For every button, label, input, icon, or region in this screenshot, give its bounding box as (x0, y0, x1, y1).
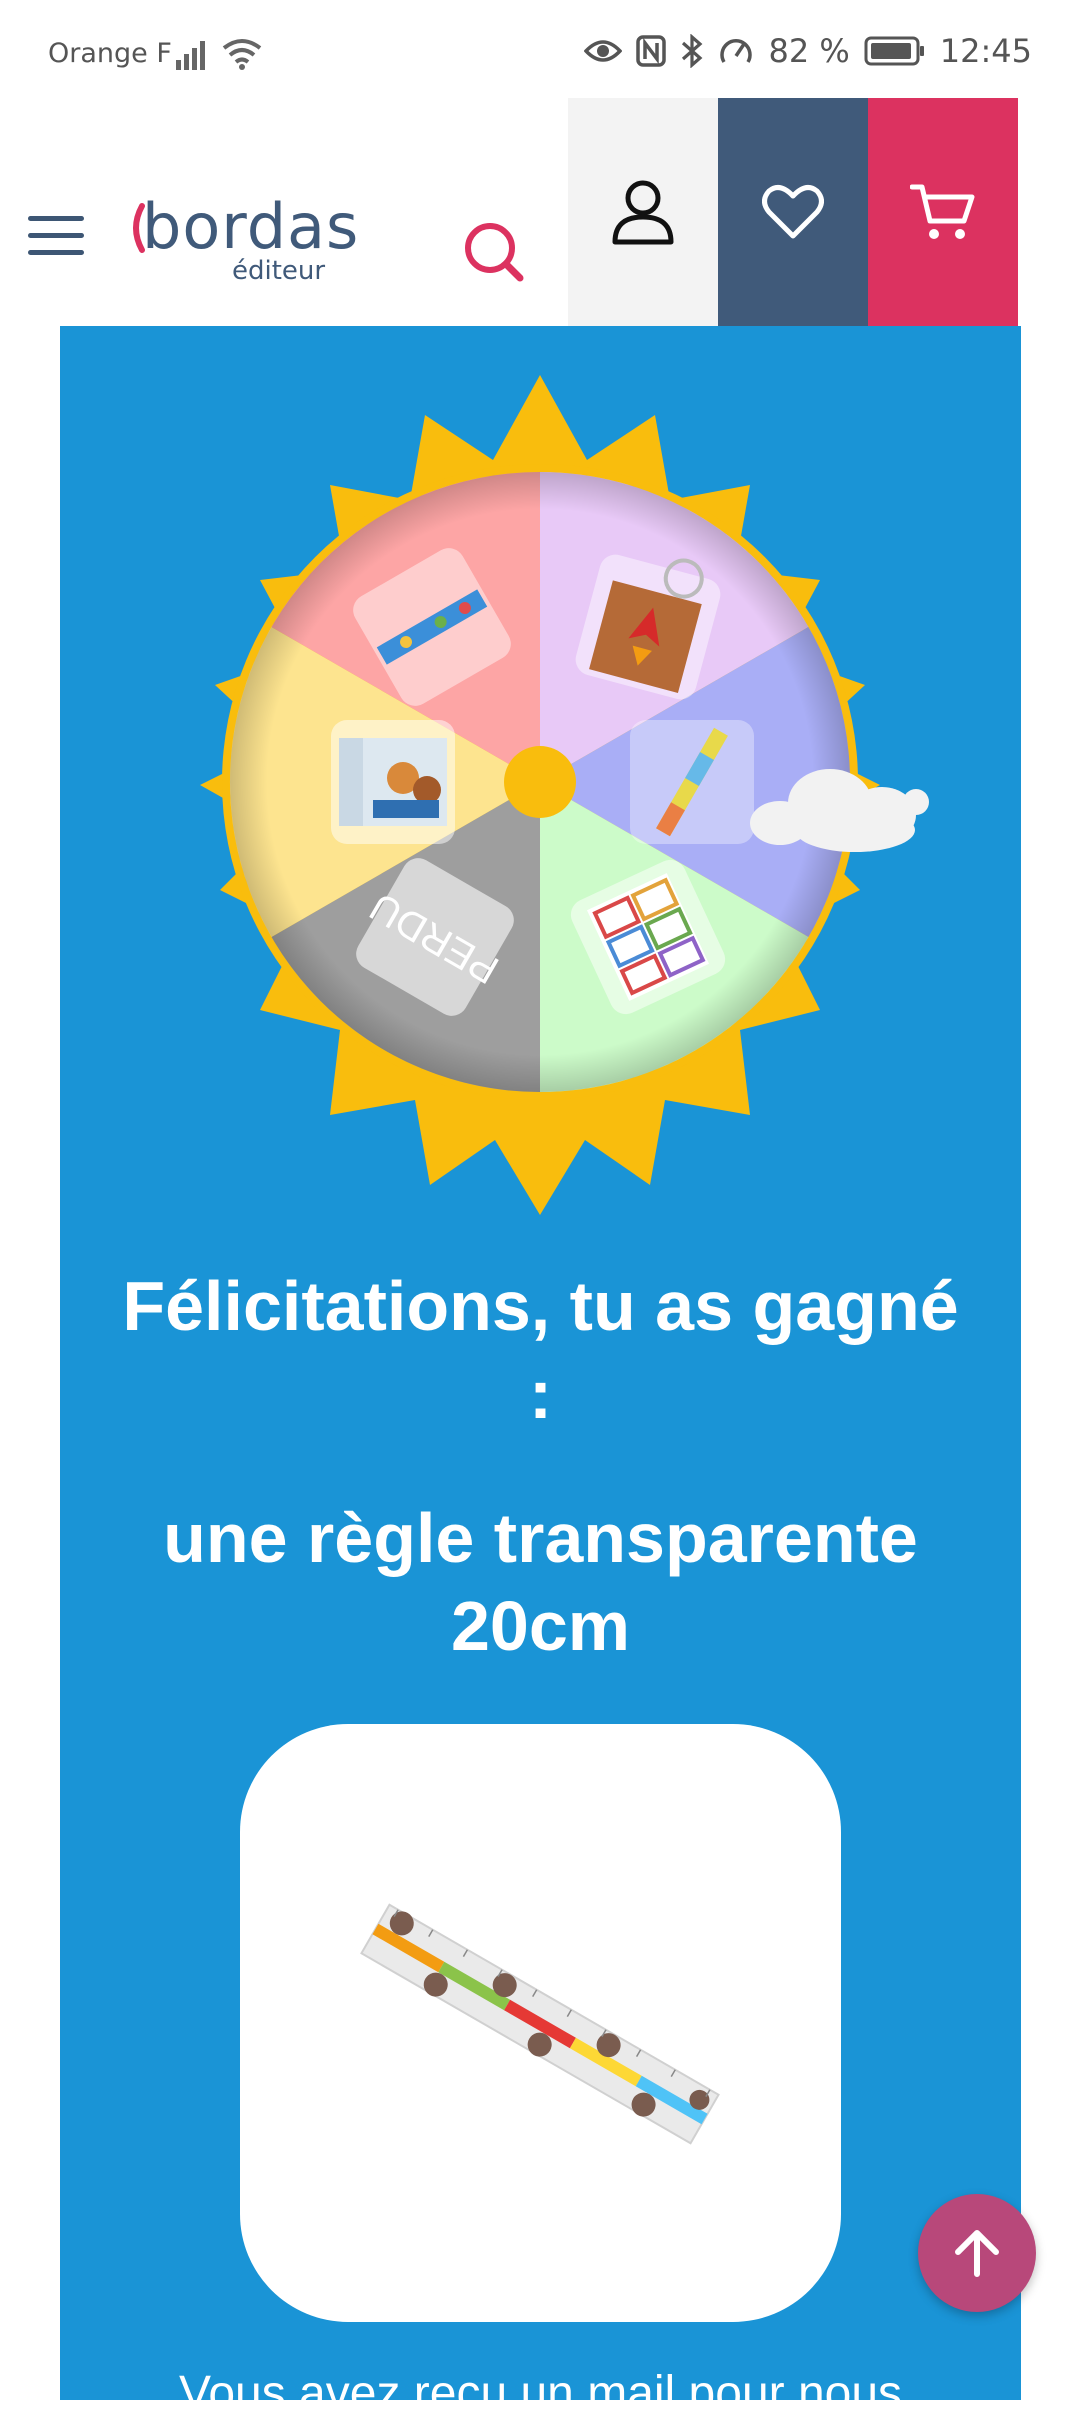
ruler-prize-image (360, 1903, 720, 2145)
email-notice-text: Vous avez reçu un mail pour nous (178, 2367, 903, 2420)
congrats-line: Félicitations, tu as gagné (122, 1267, 959, 1345)
prize-wheel[interactable]: PERDU (60, 360, 1021, 1225)
battery-icon (864, 36, 924, 66)
signal-icon (176, 41, 205, 70)
colored-ruler-prize-tile (630, 720, 754, 844)
congrats-heading: Félicitations, tu as gagné : (60, 1262, 1021, 1438)
prize-name-line1: une règle transparente (163, 1499, 918, 1577)
prize-image-card (240, 1724, 841, 2322)
nfc-icon (636, 35, 667, 67)
prize-name-line2: 20cm (450, 1587, 631, 1665)
carrier-name: Orange F (48, 38, 172, 69)
bluetooth-icon (682, 34, 703, 68)
arrow-up-icon (955, 2230, 999, 2277)
scroll-to-top-button[interactable] (918, 2194, 1036, 2312)
wishlist-button[interactable] (718, 98, 868, 326)
menu-icon[interactable] (28, 216, 84, 256)
logo-subtext: éditeur (232, 256, 326, 286)
cart-icon (910, 184, 975, 239)
battery-percent: 82 % (768, 32, 850, 70)
wheel-hub (504, 746, 576, 818)
site-header: bordas éditeur (0, 98, 1080, 326)
site-logo[interactable]: bordas éditeur (128, 190, 358, 289)
wifi-icon (222, 39, 262, 70)
clock: 12:45 (939, 32, 1032, 70)
logo-text: bordas (142, 190, 360, 263)
status-bar: Orange F 82 % 12:45 (0, 0, 1080, 98)
speed-icon (720, 39, 753, 63)
sun-wheel-graphic: PERDU (200, 375, 929, 1215)
eye-icon (584, 40, 623, 62)
congrats-colon: : (528, 1355, 553, 1433)
account-icon (612, 180, 674, 245)
search-icon[interactable] (460, 218, 530, 288)
cart-button[interactable] (868, 98, 1018, 326)
account-button[interactable] (568, 98, 718, 326)
heart-icon (762, 184, 824, 239)
book-prize-tile (331, 720, 455, 844)
prize-heading: une règle transparente 20cm (60, 1494, 1021, 1670)
